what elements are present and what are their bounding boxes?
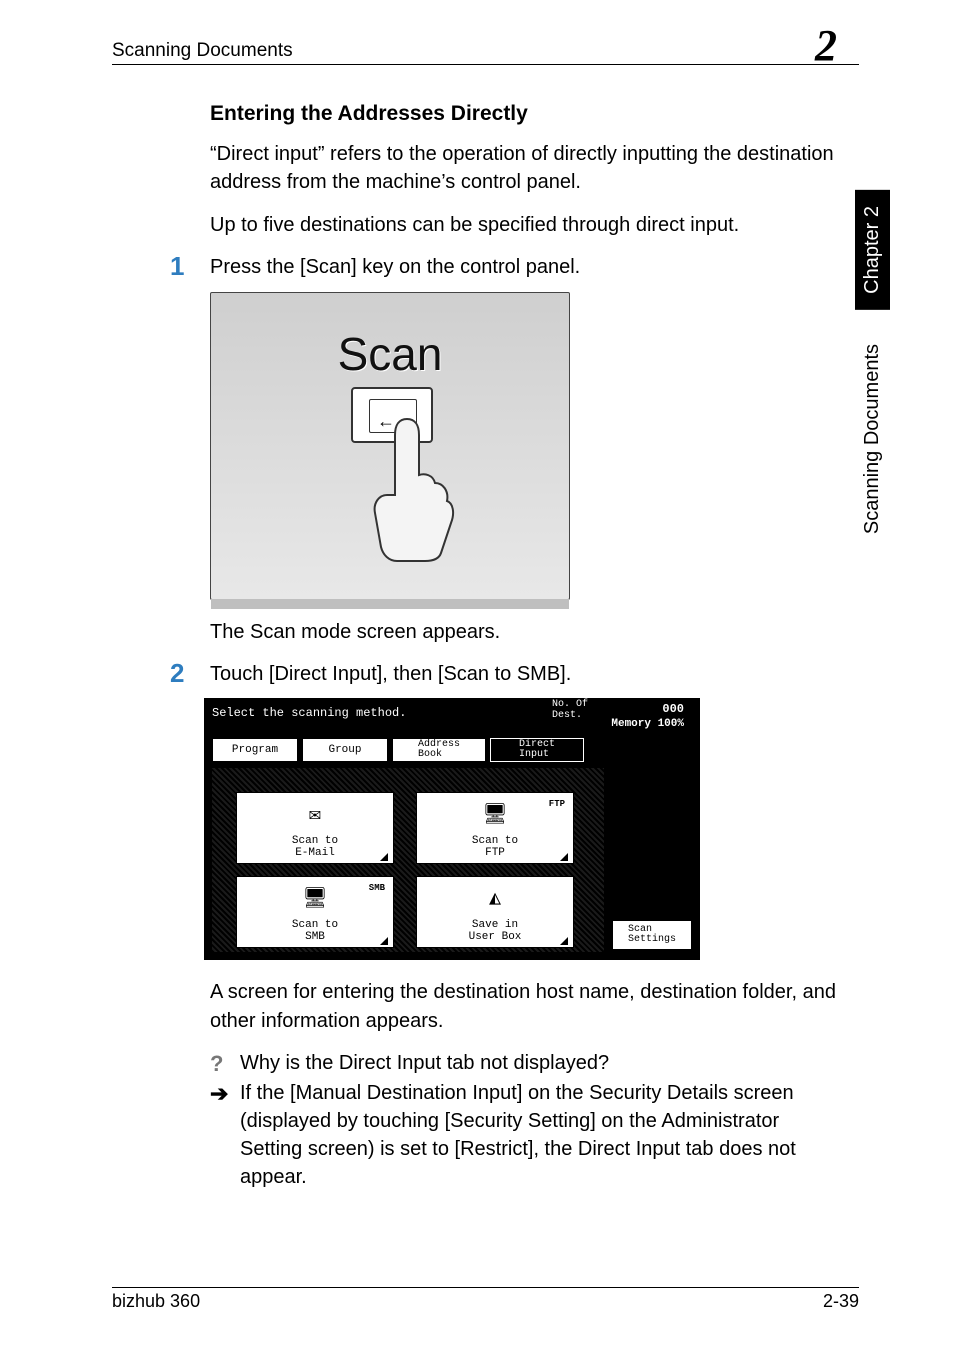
scan-to-smb-label: Scan to SMB <box>237 920 393 943</box>
finger-icon <box>367 413 457 563</box>
smb-icon: 🖥 <box>237 885 393 911</box>
scan-to-ftp-button[interactable]: FTP 🖥 Scan to FTP <box>416 792 574 864</box>
step-number-1: 1 <box>170 251 184 282</box>
arrow-right-icon: ➔ <box>210 1079 228 1110</box>
tab-program[interactable]: Program <box>212 738 298 762</box>
qa-question: Why is the Direct Input tab not displaye… <box>240 1052 609 1074</box>
chapter-number: 2 <box>815 21 837 70</box>
dest-count-label: No. Of Dest. <box>552 700 588 721</box>
paragraph-intro-1: “Direct input” refers to the operation o… <box>210 140 844 197</box>
scan-to-email-label: Scan to E-Mail <box>237 836 393 859</box>
qa-answer: If the [Manual Destination Input] on the… <box>240 1082 796 1188</box>
user-box-icon: ◭ <box>417 885 573 911</box>
email-icon: ✉ <box>237 801 393 827</box>
scan-to-email-button[interactable]: ✉ Scan to E-Mail <box>236 792 394 864</box>
paragraph-scan-mode: The Scan mode screen appears. <box>210 618 844 646</box>
scan-to-smb-button[interactable]: SMB 🖥 Scan to SMB <box>236 876 394 948</box>
dest-count-value: 000 <box>662 702 684 716</box>
figure-scan-label: Scan <box>211 327 569 381</box>
footer-page-number: 2-39 <box>823 1291 859 1312</box>
screen-title: Select the scanning method. <box>212 706 406 720</box>
tab-group[interactable]: Group <box>302 738 388 762</box>
paragraph-intro-2: Up to five destinations can be specified… <box>210 211 844 239</box>
step-number-2: 2 <box>170 658 184 689</box>
memory-status: Memory 100% <box>611 718 684 730</box>
header-section-title: Scanning Documents <box>112 40 293 62</box>
scan-to-ftp-label: Scan to FTP <box>417 836 573 859</box>
step-text-2: Touch [Direct Input], then [Scan to SMB]… <box>210 660 844 688</box>
question-mark-icon: ? <box>210 1049 223 1080</box>
save-in-user-box-button[interactable]: ◭ Save in User Box <box>416 876 574 948</box>
save-in-user-box-label: Save in User Box <box>417 920 573 943</box>
footer-rule <box>112 1287 859 1288</box>
side-tab-section: Scanning Documents <box>855 330 890 548</box>
scan-settings-button[interactable]: Scan Settings <box>612 920 692 950</box>
paragraph-after-figure: A screen for entering the destination ho… <box>210 978 844 1035</box>
figure-scan-screen: Select the scanning method. No. Of Dest.… <box>204 698 700 960</box>
header-rule <box>112 64 859 65</box>
tab-direct-input[interactable]: Direct Input <box>490 738 584 762</box>
step-text-1: Press the [Scan] key on the control pane… <box>210 253 844 281</box>
footer-model: bizhub 360 <box>112 1291 200 1312</box>
tab-address-book[interactable]: Address Book <box>392 738 486 762</box>
chapter-number-box: 2 <box>815 24 859 68</box>
figure-scan-key: Scan ← <box>210 292 570 600</box>
ftp-icon: 🖥 <box>417 801 573 827</box>
side-tab-chapter: Chapter 2 <box>855 190 890 310</box>
subheading: Entering the Addresses Directly <box>210 102 844 126</box>
figure-shadow <box>211 599 569 609</box>
